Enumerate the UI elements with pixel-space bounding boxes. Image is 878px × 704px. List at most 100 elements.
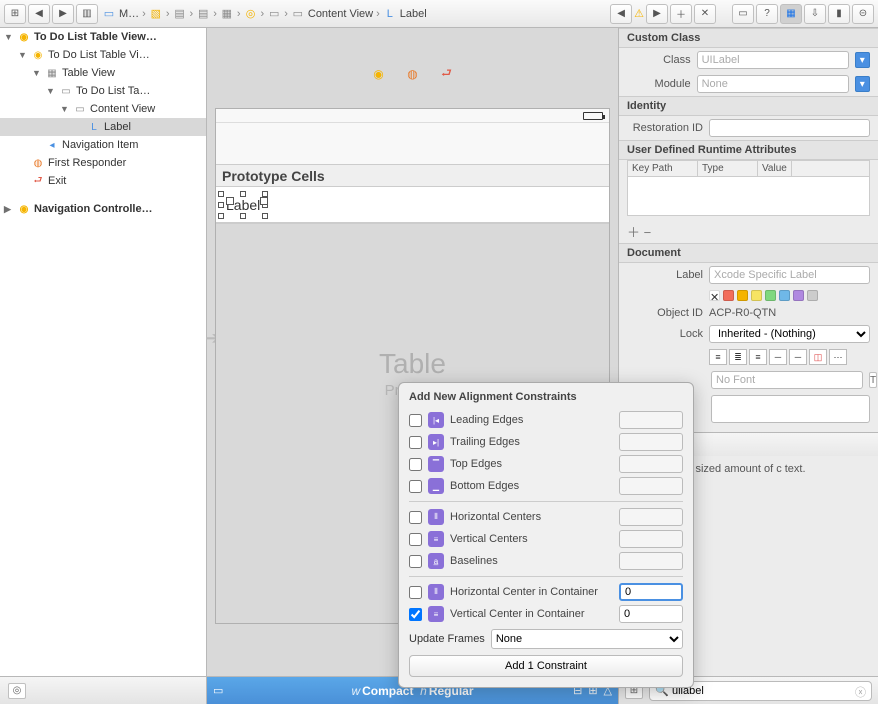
chk-hcenters[interactable] (409, 511, 422, 524)
label-row[interactable]: LLabel (0, 118, 206, 136)
lock-select[interactable]: Inherited - (Nothing) (709, 325, 870, 343)
responder-dock-icon[interactable]: ◍ (405, 66, 421, 82)
content-view-icon: ▭ (291, 7, 305, 21)
swatch-orange[interactable] (737, 290, 748, 301)
add-editor[interactable]: ＋ (670, 4, 692, 24)
insp-connect[interactable]: ⊝ (852, 4, 874, 24)
chk-top[interactable] (409, 458, 422, 471)
val-vcenters[interactable] (619, 530, 683, 548)
restoration-id-field[interactable] (709, 119, 870, 137)
insp-identity[interactable]: ▦ (780, 4, 802, 24)
exit-dock-icon[interactable]: ⮐ (439, 66, 455, 82)
crumb-label[interactable]: Label (400, 8, 427, 20)
forward-button[interactable]: ▶ (52, 4, 74, 24)
vc-dock-icon[interactable]: ◉ (371, 66, 387, 82)
swatch-purple[interactable] (793, 290, 804, 301)
val-leading[interactable] (619, 411, 683, 429)
insp-size[interactable]: ▮ (828, 4, 850, 24)
font-field[interactable] (711, 371, 863, 389)
insp-help[interactable]: ? (756, 4, 778, 24)
navitem-row[interactable]: ◂Navigation Item (0, 136, 206, 154)
insp-attrs[interactable]: ⇩ (804, 4, 826, 24)
trailing-icon: ▸| (428, 434, 444, 450)
val-baselines[interactable] (619, 552, 683, 570)
vc-icon: ◉ (31, 48, 45, 62)
module-field[interactable] (697, 75, 849, 93)
related-items-button[interactable]: ⊞ (4, 4, 26, 24)
notes-field[interactable] (711, 395, 870, 423)
next-issue[interactable]: ▶ (646, 4, 668, 24)
label-colors[interactable]: ✕ (619, 287, 878, 304)
prototype-header: Prototype Cells (216, 165, 609, 187)
font-picker[interactable]: T (869, 372, 877, 388)
align-right[interactable]: ≡ (749, 349, 767, 365)
swatch-green[interactable] (765, 290, 776, 301)
insp-file[interactable]: ▭ (732, 4, 754, 24)
align-more[interactable]: ⋯ (829, 349, 847, 365)
chk-trailing[interactable] (409, 436, 422, 449)
row-label: Table View (62, 67, 115, 79)
val-trailing[interactable] (619, 433, 683, 451)
exit-row[interactable]: ⮐Exit (0, 172, 206, 190)
add-constraint-button[interactable]: Add 1 Constraint (409, 655, 683, 677)
udra-table[interactable]: Key PathTypeValue (627, 160, 870, 216)
chk-bottom[interactable] (409, 480, 422, 493)
tableview-row[interactable]: ▼▦Table View (0, 64, 206, 82)
align-warn[interactable]: ◫ (809, 349, 827, 365)
swatch-red[interactable] (723, 290, 734, 301)
view-icon: ▤ (196, 7, 210, 21)
cv-icon: ▭ (267, 7, 281, 21)
val-hcic[interactable] (619, 583, 683, 601)
chk-vcic[interactable] (409, 608, 422, 621)
scene-icon: ◉ (17, 30, 31, 44)
cell-row[interactable]: ▼▭To Do List Ta… (0, 82, 206, 100)
outline-filter[interactable]: ◎ (8, 683, 26, 699)
cell-icon: ◎ (244, 7, 258, 21)
prototype-cell[interactable]: Label (216, 187, 609, 223)
update-frames-select[interactable]: None (491, 629, 683, 649)
selected-label[interactable]: Label (222, 195, 264, 215)
doc-label-field[interactable] (709, 266, 870, 284)
add-attr[interactable]: ＋ (627, 225, 640, 240)
chk-hcic[interactable] (409, 586, 422, 599)
lbl-bottom: Bottom Edges (450, 480, 613, 492)
val-top[interactable] (619, 455, 683, 473)
outline-toggle-icon[interactable]: ▭ (213, 685, 223, 697)
scene-row[interactable]: ▼◉To Do List Table View… (0, 28, 206, 46)
back-button[interactable]: ◀ (28, 4, 50, 24)
class-label: Class (627, 54, 691, 66)
close-editor[interactable]: ✕ (694, 4, 716, 24)
breadcrumb[interactable]: ▭M…› ▧› ▤› ▤› ▦› ◎› ▭› ▭Content View› LL… (100, 7, 429, 21)
swatch-yellow[interactable] (751, 290, 762, 301)
swatch-blue[interactable] (779, 290, 790, 301)
chk-vcenters[interactable] (409, 533, 422, 546)
swatch-gray[interactable] (807, 290, 818, 301)
firstresponder-row[interactable]: ◍First Responder (0, 154, 206, 172)
chk-baselines[interactable] (409, 555, 422, 568)
vcic-icon: ≡ (428, 606, 444, 622)
update-frames-label: Update Frames (409, 633, 485, 645)
crumb-contentview[interactable]: Content View (308, 8, 373, 20)
val-hcenters[interactable] (619, 508, 683, 526)
val-bottom[interactable] (619, 477, 683, 495)
class-field[interactable] (697, 51, 849, 69)
prev-issue[interactable]: ◀ (610, 4, 632, 24)
battery-icon (583, 112, 603, 120)
contentview-row[interactable]: ▼▭Content View (0, 100, 206, 118)
module-dropdown[interactable]: ▾ (855, 76, 870, 92)
align-just2[interactable]: ─ (789, 349, 807, 365)
remove-attr[interactable]: − (644, 225, 652, 240)
align-center[interactable]: ≣ (729, 349, 747, 365)
navcontroller-row[interactable]: ▶◉Navigation Controlle… (0, 200, 206, 218)
lbl-baselines: Baselines (450, 555, 613, 567)
align-just1[interactable]: ─ (769, 349, 787, 365)
controller-row[interactable]: ▼◉To Do List Table Vi… (0, 46, 206, 64)
panel-toggle[interactable]: ▥ (76, 4, 98, 24)
crumb-0[interactable]: M… (119, 8, 139, 20)
align-left[interactable]: ≡ (709, 349, 727, 365)
class-dropdown[interactable]: ▾ (855, 52, 870, 68)
chk-leading[interactable] (409, 414, 422, 427)
swatch-none[interactable]: ✕ (709, 290, 720, 301)
clear-search-icon[interactable]: ⓧ (855, 684, 866, 700)
val-vcic[interactable] (619, 605, 683, 623)
